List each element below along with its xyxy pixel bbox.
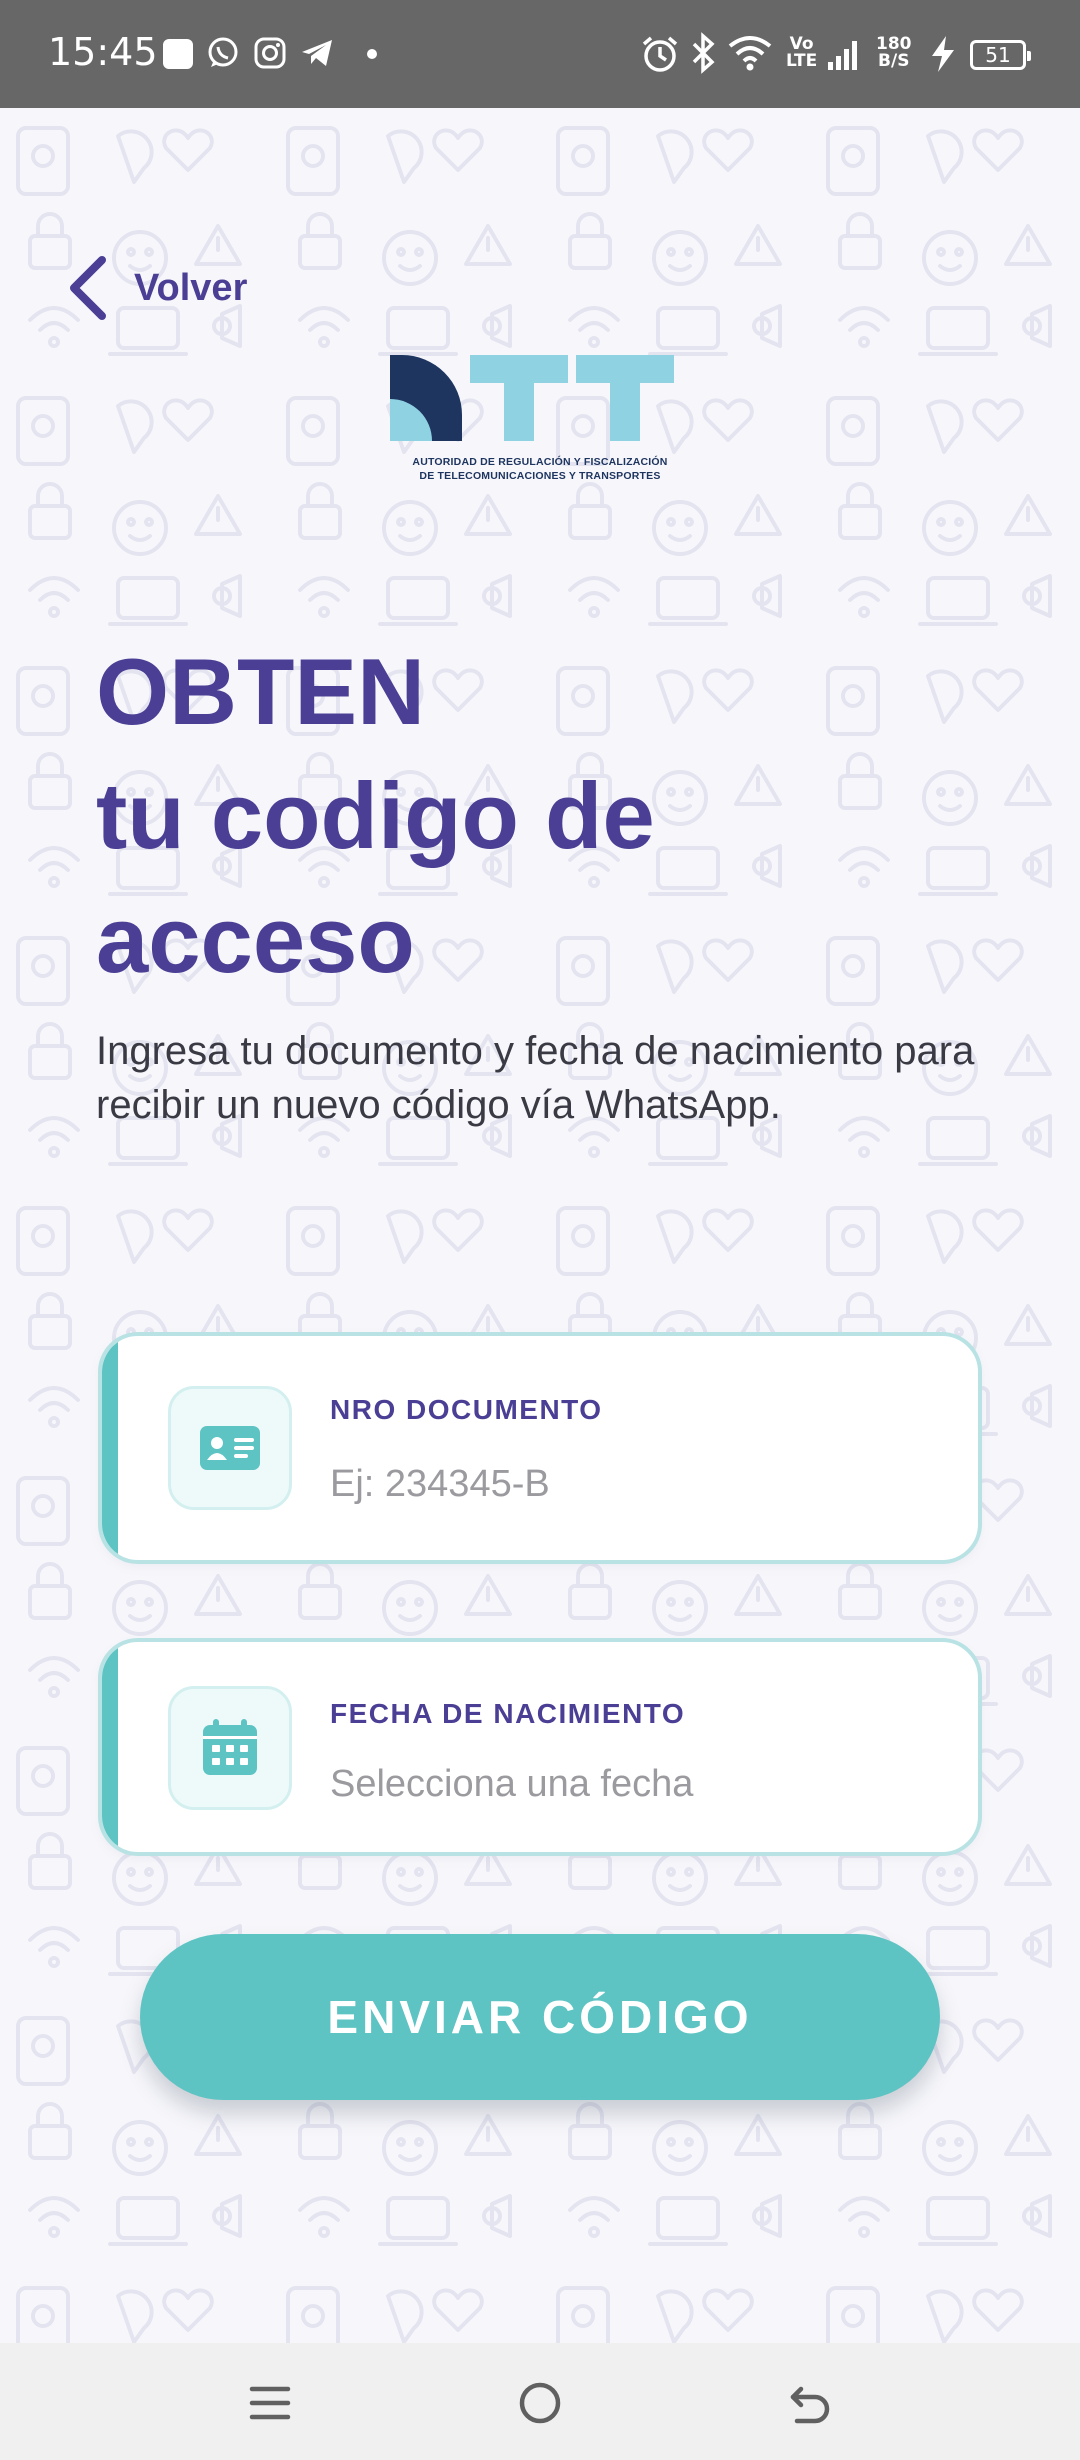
calendar-icon-box xyxy=(168,1686,292,1810)
whatsapp-icon xyxy=(208,37,238,67)
title-line-2: tu codigo de xyxy=(96,763,655,868)
birthdate-label: FECHA DE NACIMIENTO xyxy=(330,1698,686,1729)
document-field[interactable]: NRO DOCUMENTO xyxy=(98,1332,982,1564)
more-notifications-dot-icon xyxy=(367,49,377,59)
back-arrow-icon xyxy=(790,2386,830,2424)
chevron-left-icon xyxy=(70,256,106,320)
alarm-icon xyxy=(642,36,678,72)
calendar-icon xyxy=(203,1719,257,1775)
status-bar: 15:45 Vo LTE 180 B/S 51 xyxy=(0,0,1080,108)
charging-bolt-icon xyxy=(932,36,954,72)
home-circle-icon xyxy=(519,2382,561,2424)
volte-bottom: LTE xyxy=(786,51,818,71)
telegram-icon xyxy=(302,40,332,66)
back-button[interactable]: Volver xyxy=(68,256,247,320)
speed-unit: B/S xyxy=(878,51,910,71)
page-subtitle: Ingresa tu documento y fecha de nacimien… xyxy=(96,1029,975,1127)
title-line-1: OBTEN xyxy=(96,639,425,744)
logo-caption-line2: DE TELECOMUNICACIONES Y TRANSPORTES xyxy=(419,470,661,482)
status-time: 15:45 xyxy=(48,30,158,74)
bluetooth-icon xyxy=(692,32,715,74)
wifi-icon xyxy=(728,36,772,71)
network-speed: 180 B/S xyxy=(876,36,912,70)
birthdate-input[interactable] xyxy=(330,1756,930,1812)
send-code-button[interactable]: ENVIAR CÓDIGO xyxy=(140,1934,940,2100)
menu-icon xyxy=(249,2386,291,2420)
document-input[interactable] xyxy=(330,1456,930,1512)
logo-caption-line1: AUTORIDAD DE REGULACIÓN Y FISCALIZACIÓN xyxy=(412,456,668,468)
id-card-icon xyxy=(200,1426,260,1470)
title-line-3: acceso xyxy=(96,887,415,992)
battery-indicator: 51 xyxy=(970,40,1031,70)
birthdate-field[interactable]: FECHA DE NACIMIENTO xyxy=(98,1638,982,1856)
id-card-icon-box xyxy=(168,1386,292,1510)
signal-icon xyxy=(828,41,857,70)
volte-indicator: Vo LTE xyxy=(786,36,817,70)
system-nav-bar xyxy=(0,2343,1080,2460)
app-notification-icon xyxy=(163,39,193,69)
recent-apps-button[interactable] xyxy=(240,2373,300,2433)
system-back-button[interactable] xyxy=(780,2373,840,2433)
home-button[interactable] xyxy=(510,2373,570,2433)
document-label: NRO DOCUMENTO xyxy=(330,1394,603,1425)
page-title: OBTEN tu codigo de acceso xyxy=(96,630,655,1002)
back-label: Volver xyxy=(134,266,248,309)
instagram-icon xyxy=(254,37,286,69)
